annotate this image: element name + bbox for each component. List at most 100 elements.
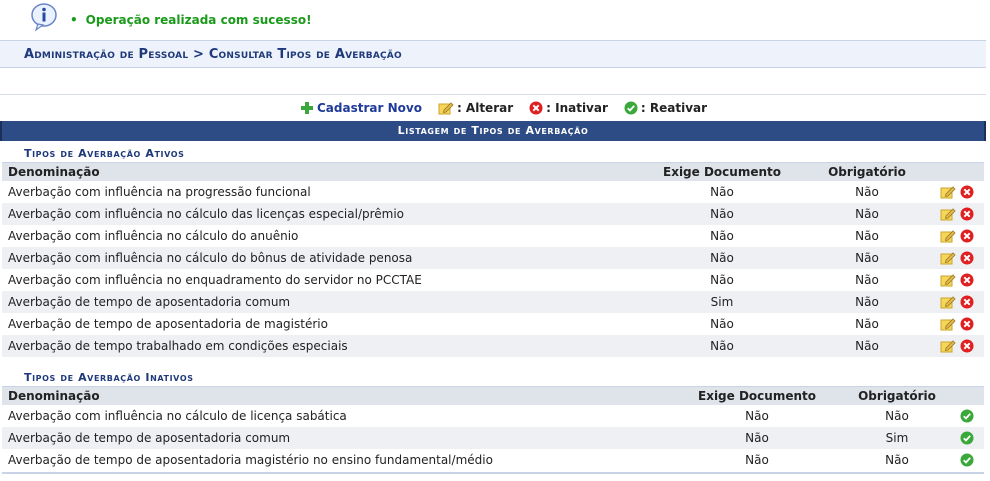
obrigatorio-cell: Sim xyxy=(852,427,942,449)
obrigatorio-cell: Não xyxy=(822,203,912,225)
denominacao-cell: Averbação com influência no cálculo das … xyxy=(2,203,622,225)
bottom-divider xyxy=(2,472,984,474)
exige-documento-cell: Não xyxy=(622,335,822,357)
cadastrar-novo-label[interactable]: Cadastrar Novo xyxy=(317,101,422,115)
table-row: Averbação com influência no cálculo do b… xyxy=(2,247,984,269)
col-exige-documento: Exige Documento xyxy=(622,163,822,181)
pencil-note-icon[interactable] xyxy=(940,273,956,287)
denominacao-cell: Averbação com influência no cálculo de l… xyxy=(8,409,347,423)
red-x-icon[interactable] xyxy=(960,273,974,287)
table-row: Averbação de tempo de aposentadoria de m… xyxy=(2,313,984,335)
green-check-icon[interactable] xyxy=(960,431,974,445)
table-row: Averbação de tempo de aposentadoria comu… xyxy=(2,291,984,313)
pencil-note-icon[interactable] xyxy=(940,295,956,309)
legend-inativar: : Inativar xyxy=(529,101,608,115)
exige-documento-cell: Não xyxy=(662,427,852,449)
denominacao-cell: Averbação de tempo trabalhado em condiçõ… xyxy=(2,335,622,357)
row-actions xyxy=(912,335,984,357)
listing-header: Listagem de Tipos de Averbação xyxy=(0,121,986,141)
exige-documento-cell: Não xyxy=(745,453,769,467)
inactive-table: Denominação Exige Documento Obrigatório … xyxy=(2,387,984,471)
pencil-note-icon[interactable] xyxy=(940,339,956,353)
active-table: Denominação Exige Documento Obrigatório … xyxy=(2,163,984,357)
exige-documento-cell: Não xyxy=(622,203,822,225)
col-actions xyxy=(912,163,984,181)
red-x-icon[interactable] xyxy=(960,317,974,331)
success-message-bar: • Operação realizada com sucesso! xyxy=(0,0,990,40)
pencil-note-icon[interactable] xyxy=(940,185,956,199)
exige-documento-cell: Não xyxy=(745,409,769,423)
denominacao-cell: Averbação de tempo de aposentadoria comu… xyxy=(2,427,662,449)
inactive-section-title: Tipos de Averbação Inativos xyxy=(2,367,984,387)
red-x-icon[interactable] xyxy=(960,295,974,309)
denominacao-cell: Averbação com influência no cálculo do a… xyxy=(8,229,299,243)
green-check-icon xyxy=(624,101,638,115)
bullet: • xyxy=(70,13,78,27)
alterar-legend-label: : Alterar xyxy=(456,101,514,115)
table-row: Averbação com influência no enquadrament… xyxy=(2,269,984,291)
table-row: Averbação com influência no cálculo de l… xyxy=(2,405,984,427)
active-section: Tipos de Averbação Ativos Denominação Ex… xyxy=(2,143,984,357)
reativar-legend-label: : Reativar xyxy=(640,101,708,115)
pencil-note-icon[interactable] xyxy=(940,229,956,243)
row-actions xyxy=(912,203,984,225)
active-section-title: Tipos de Averbação Ativos xyxy=(2,143,984,163)
obrigatorio-cell: Não xyxy=(885,409,909,423)
table-row: Averbação de tempo de aposentadoria comu… xyxy=(2,427,984,449)
pencil-note-icon[interactable] xyxy=(940,207,956,221)
red-x-icon[interactable] xyxy=(960,251,974,265)
legend-reativar: : Reativar xyxy=(624,101,707,115)
row-actions xyxy=(912,269,984,291)
exige-documento-cell: Não xyxy=(710,185,734,199)
obrigatorio-cell: Não xyxy=(822,247,912,269)
green-check-icon[interactable] xyxy=(960,453,974,467)
table-row: Averbação com influência na progressão f… xyxy=(2,181,984,203)
inativar-legend-label: : Inativar xyxy=(546,101,608,115)
table-header-row: Denominação Exige Documento Obrigatório xyxy=(2,163,984,181)
plus-icon xyxy=(301,102,313,114)
exige-documento-cell: Não xyxy=(622,247,822,269)
red-x-icon[interactable] xyxy=(960,339,974,353)
exige-documento-cell: Sim xyxy=(622,291,822,313)
exige-documento-cell: Não xyxy=(710,273,734,287)
row-actions xyxy=(912,313,984,335)
row-actions xyxy=(912,225,984,247)
col-obrigatorio: Obrigatório xyxy=(822,163,912,181)
denominacao-cell: Averbação com influência no cálculo do b… xyxy=(2,247,622,269)
info-icon xyxy=(31,3,57,32)
obrigatorio-cell: Não xyxy=(855,273,879,287)
table-row: Averbação de tempo trabalhado em condiçõ… xyxy=(2,335,984,357)
row-actions xyxy=(912,181,984,203)
red-x-icon xyxy=(529,101,543,115)
legend-alterar: : Alterar xyxy=(438,101,513,115)
denominacao-cell: Averbação com influência no enquadrament… xyxy=(8,273,422,287)
exige-documento-cell: Não xyxy=(710,229,734,243)
pencil-note-icon[interactable] xyxy=(940,317,956,331)
green-check-icon[interactable] xyxy=(960,409,974,423)
denominacao-cell: Averbação de tempo de aposentadoria magi… xyxy=(8,453,493,467)
col-denominacao: Denominação xyxy=(2,163,622,181)
cadastrar-novo-link[interactable]: Cadastrar Novo xyxy=(300,101,422,115)
col-actions xyxy=(942,387,984,405)
row-actions xyxy=(912,291,984,313)
obrigatorio-cell: Não xyxy=(855,229,879,243)
obrigatorio-cell: Não xyxy=(885,453,909,467)
denominacao-cell: Averbação com influência na progressão f… xyxy=(8,185,311,199)
obrigatorio-cell: Não xyxy=(822,291,912,313)
success-message-text: Operação realizada com sucesso! xyxy=(85,13,312,27)
row-actions xyxy=(912,247,984,269)
breadcrumb-text: Administração de Pessoal > Consultar Tip… xyxy=(24,47,402,62)
col-denominacao: Denominação xyxy=(2,387,662,405)
pencil-note-icon xyxy=(438,102,454,115)
red-x-icon[interactable] xyxy=(960,207,974,221)
denominacao-cell: Averbação de tempo de aposentadoria de m… xyxy=(8,317,328,331)
row-actions xyxy=(942,405,984,427)
breadcrumb: Administração de Pessoal > Consultar Tip… xyxy=(0,40,986,68)
red-x-icon[interactable] xyxy=(960,229,974,243)
col-obrigatorio: Obrigatório xyxy=(852,387,942,405)
pencil-note-icon[interactable] xyxy=(940,251,956,265)
actions-legend: Cadastrar Novo : Alterar : Inativar : Re… xyxy=(0,94,986,120)
table-row: Averbação com influência no cálculo do a… xyxy=(2,225,984,247)
red-x-icon[interactable] xyxy=(960,185,974,199)
table-row: Averbação com influência no cálculo das … xyxy=(2,203,984,225)
